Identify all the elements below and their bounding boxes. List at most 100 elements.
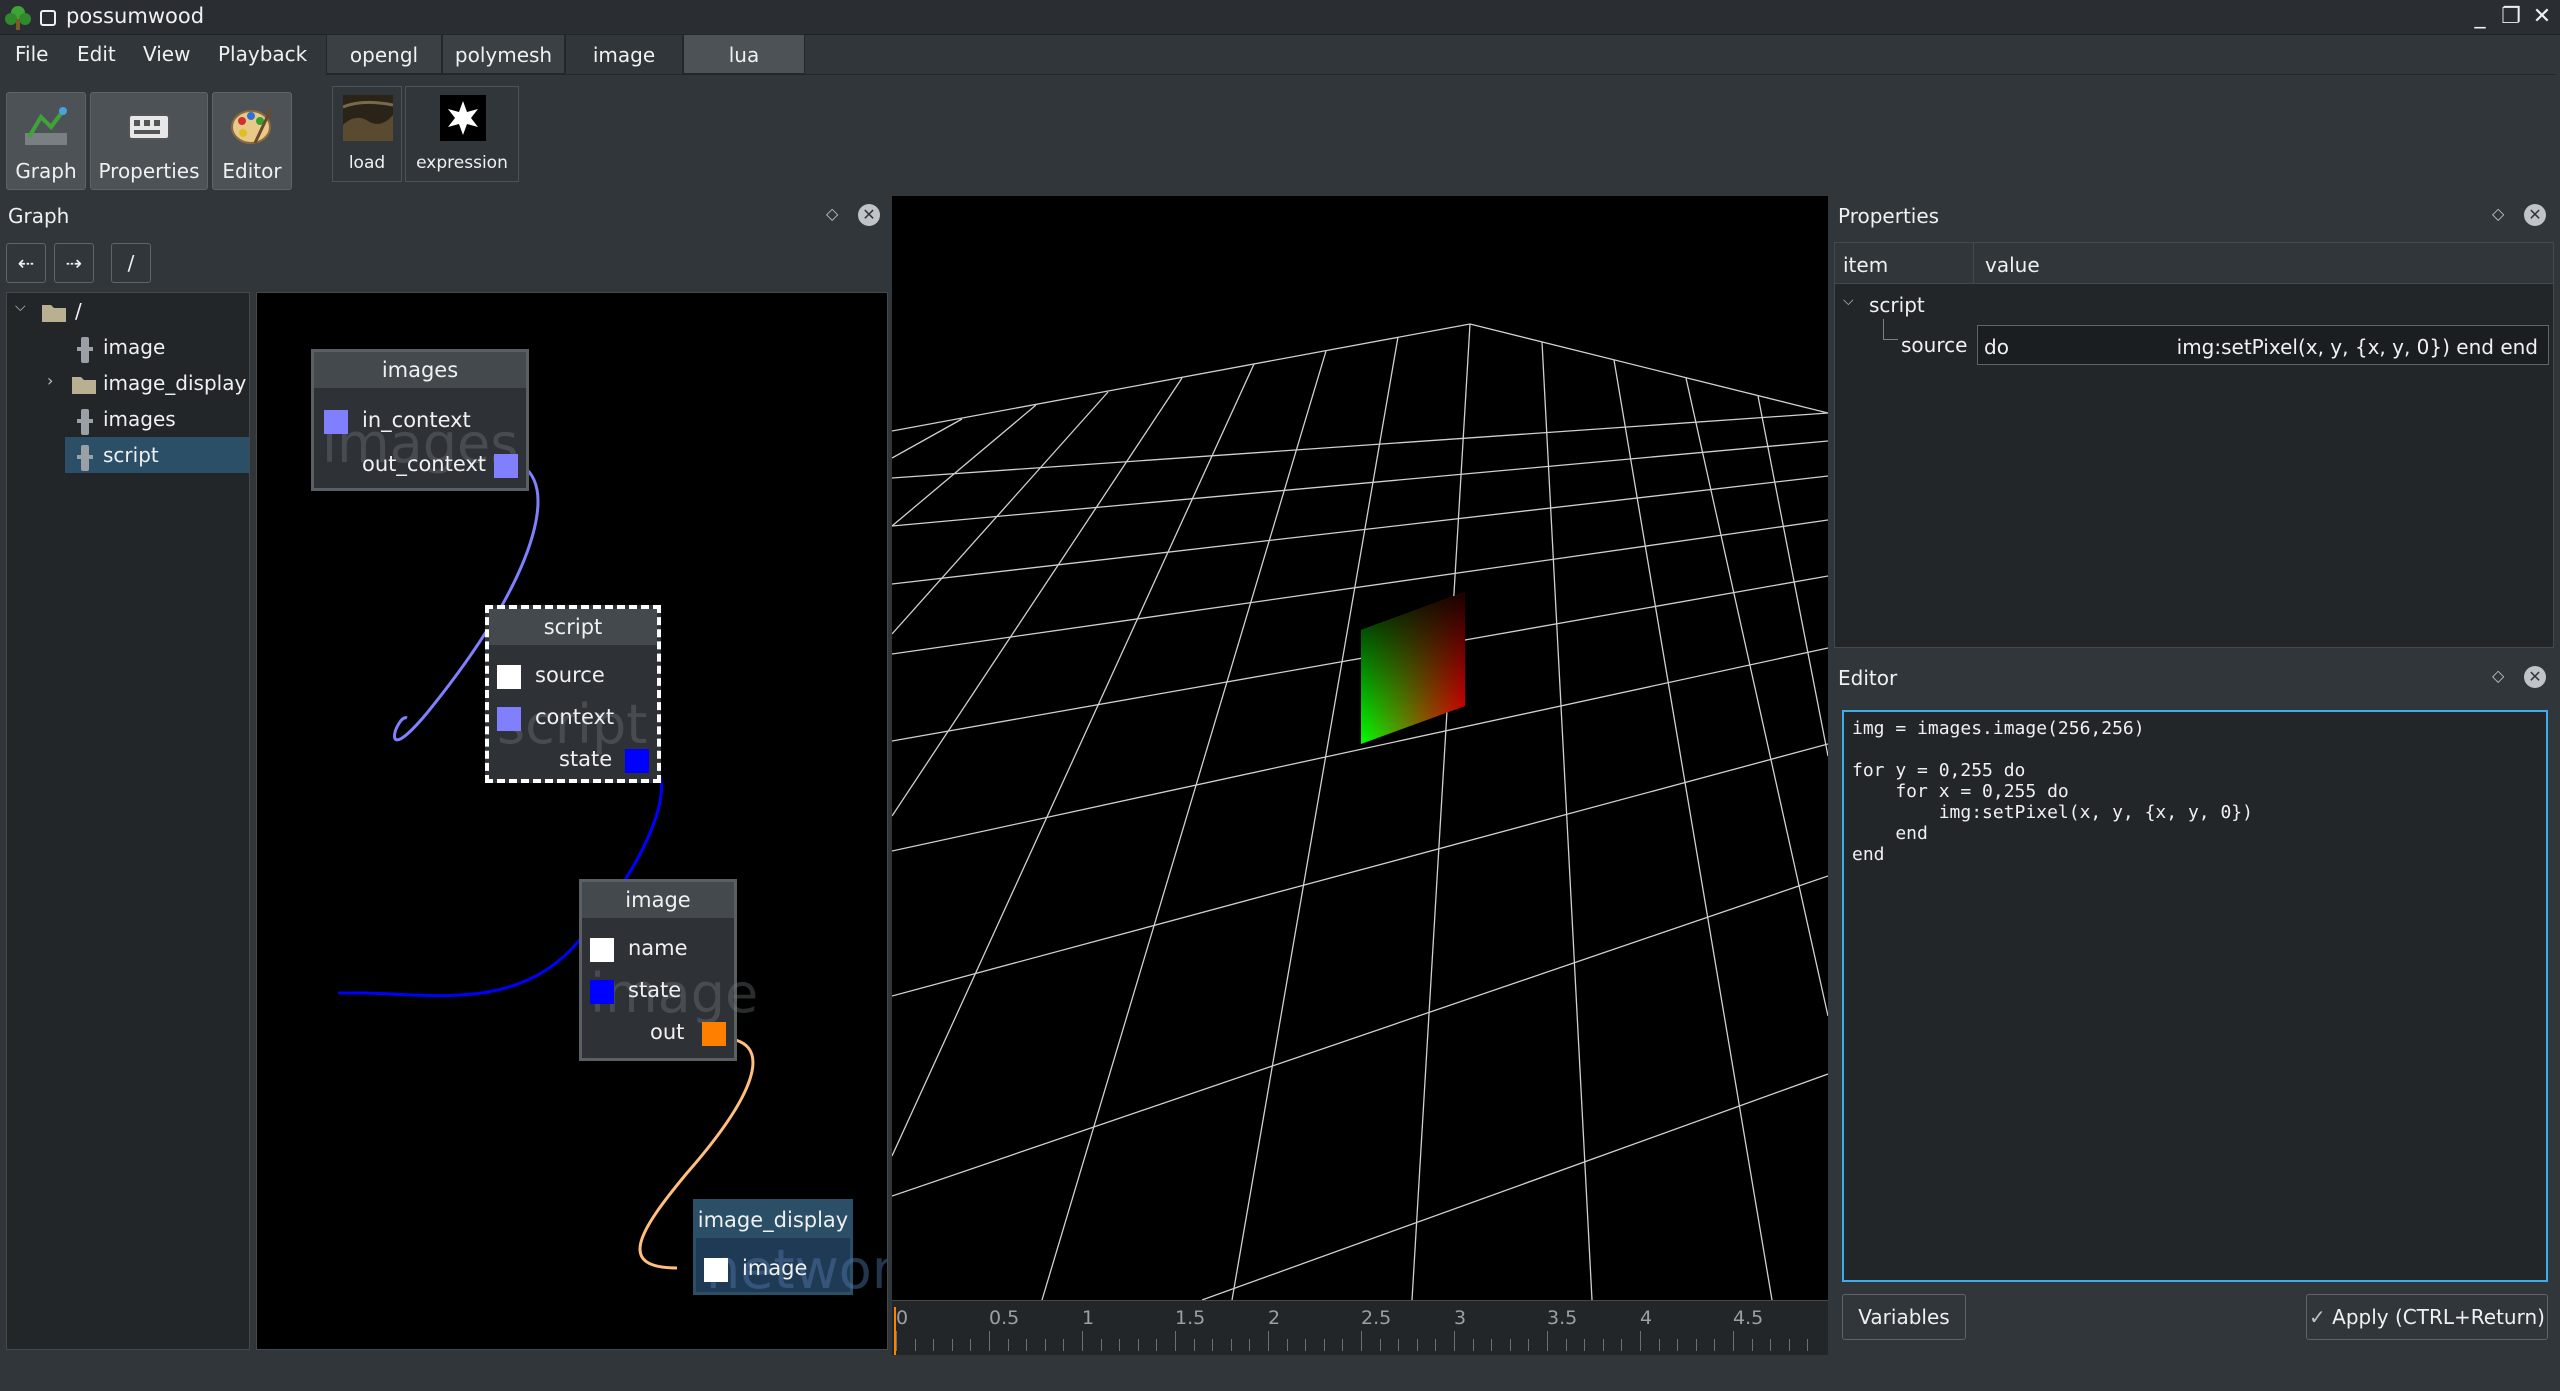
timeline-tick-mark (1621, 1339, 1623, 1351)
source-value-field[interactable]: do img:setPixel(x, y, {x, y, 0}) end end (1977, 325, 2549, 365)
code-editor[interactable]: img = images.image(256,256) for y = 0,25… (1842, 710, 2548, 1282)
source-value-start: do (1984, 335, 2009, 359)
timeline-tick-mark (1361, 1331, 1362, 1351)
timeline[interactable]: 0 0.5 1 1.5 2 2.5 3 3.5 4 4.5 (892, 1300, 1828, 1355)
timeline-tick-mark (1137, 1339, 1139, 1351)
out-label: out (650, 1020, 685, 1044)
node-image-display[interactable]: image_display network image (693, 1199, 887, 1301)
timeline-tick-mark (1286, 1339, 1288, 1351)
context-port[interactable] (497, 707, 521, 731)
apply-button[interactable]: ✓ Apply (CTRL+Return) (2306, 1294, 2548, 1340)
image-port[interactable] (704, 1258, 728, 1282)
graph-panel-title: Graph (8, 204, 70, 228)
name-label: name (628, 936, 688, 960)
graph-button[interactable]: Graph (6, 92, 86, 190)
node-icon (77, 409, 93, 435)
tree-item-script[interactable]: script (103, 437, 159, 473)
in-context-port[interactable] (324, 410, 348, 434)
expression-button[interactable]: expression (405, 86, 519, 182)
path-breadcrumb[interactable]: / (111, 243, 151, 283)
close-panel-icon[interactable]: ✕ (2524, 666, 2546, 688)
timeline-tick-mark (1547, 1331, 1548, 1351)
forward-button[interactable]: ⇢ (54, 243, 94, 283)
name-port[interactable] (590, 938, 614, 962)
menu-edit[interactable]: Edit (77, 42, 116, 66)
tree-item-image[interactable]: image (103, 329, 165, 365)
graph-icon (25, 107, 67, 145)
collapse-icon[interactable]: ⌵ (15, 299, 26, 315)
menu-playback[interactable]: Playback (218, 42, 307, 66)
timeline-tick-mark (989, 1331, 990, 1351)
float-panel-icon[interactable]: ◇ (2492, 204, 2504, 223)
timeline-tick-mark (1305, 1339, 1307, 1351)
float-panel-icon[interactable]: ◇ (2492, 666, 2504, 685)
timeline-tick-mark (1695, 1339, 1697, 1351)
graph-tree[interactable]: ⌵ / image › image_display images script (6, 292, 250, 1350)
state-label: state (628, 978, 682, 1002)
column-value: value (1985, 253, 2040, 277)
image-quad (1361, 592, 1465, 744)
tree-item-root[interactable]: / (75, 293, 82, 329)
node-image[interactable]: image image name state out (579, 879, 758, 1061)
grid-floor (892, 323, 1828, 1300)
expression-icon (440, 95, 486, 141)
column-divider (1973, 243, 1974, 283)
timeline-tick-label: 2.5 (1361, 1307, 1392, 1329)
node-icon (77, 445, 93, 471)
timeline-tick-mark (1491, 1339, 1493, 1351)
graph-canvas[interactable]: images images in_context out_context scr… (256, 292, 888, 1350)
timeline-tick-mark (1249, 1339, 1251, 1351)
load-button[interactable]: load (332, 86, 402, 182)
node-images[interactable]: images images in_context out_context (311, 349, 529, 491)
timeline-ticks: 0 0.5 1 1.5 2 2.5 3 3.5 4 4.5 (892, 1301, 1828, 1355)
close-window-button[interactable]: ✕ (2527, 2, 2557, 32)
tab-image[interactable]: image (565, 34, 683, 74)
timeline-tick-mark (933, 1339, 935, 1351)
tab-lua[interactable]: lua (683, 34, 805, 74)
timeline-tick-mark (1193, 1339, 1195, 1351)
state-out-port[interactable] (625, 749, 649, 773)
close-panel-icon[interactable]: ✕ (858, 204, 880, 226)
source-port[interactable] (497, 665, 521, 689)
out-context-port[interactable] (494, 454, 518, 478)
properties-label: Properties (98, 159, 200, 183)
timeline-tick-mark (1007, 1339, 1009, 1351)
in-context-label: in_context (362, 408, 471, 432)
state-in-port[interactable] (590, 980, 614, 1004)
collapse-icon[interactable]: ⌵ (1843, 293, 1854, 309)
properties-table[interactable]: item value ⌵ script source do img:setPix… (1834, 242, 2554, 648)
menu-view[interactable]: View (143, 42, 190, 66)
timeline-tick-label: 4 (1640, 1307, 1653, 1329)
state-label: state (559, 747, 613, 771)
node-script[interactable]: script script source context state (485, 605, 661, 783)
minimize-button[interactable]: _ (2465, 2, 2495, 32)
viewport-3d[interactable] (892, 196, 1828, 1300)
editor-panel-title: Editor (1838, 666, 1898, 690)
editor-button[interactable]: Editor (212, 92, 292, 190)
out-port[interactable] (702, 1022, 726, 1046)
timeline-tick-mark (1416, 1339, 1418, 1351)
properties-button[interactable]: Properties (90, 92, 208, 190)
title-bar: possumwood _ ❐ ✕ (0, 0, 2560, 35)
timeline-tick-mark (1323, 1339, 1325, 1351)
timeline-tick-mark (1788, 1339, 1790, 1351)
close-panel-icon[interactable]: ✕ (2524, 204, 2546, 226)
expand-icon[interactable]: › (47, 371, 53, 390)
tab-opengl[interactable]: opengl (326, 34, 442, 74)
back-button[interactable]: ⇠ (6, 243, 46, 283)
tree-item-image-display[interactable]: image_display (103, 365, 246, 401)
tree-item-images[interactable]: images (103, 401, 176, 437)
window-menu-icon[interactable] (40, 10, 56, 26)
tab-polymesh[interactable]: polymesh (442, 34, 565, 74)
float-panel-icon[interactable]: ◇ (826, 204, 838, 223)
timeline-tick-label: 0 (896, 1307, 909, 1329)
timeline-tick-mark (1119, 1339, 1121, 1351)
menu-file[interactable]: File (15, 42, 48, 66)
node-images-title: images (314, 352, 526, 388)
maximize-button[interactable]: ❐ (2496, 2, 2526, 32)
variables-button[interactable]: Variables (1842, 1294, 1966, 1340)
timeline-tick-mark (1584, 1339, 1586, 1351)
source-label: source (535, 663, 605, 687)
timeline-tick-mark (1342, 1339, 1344, 1351)
